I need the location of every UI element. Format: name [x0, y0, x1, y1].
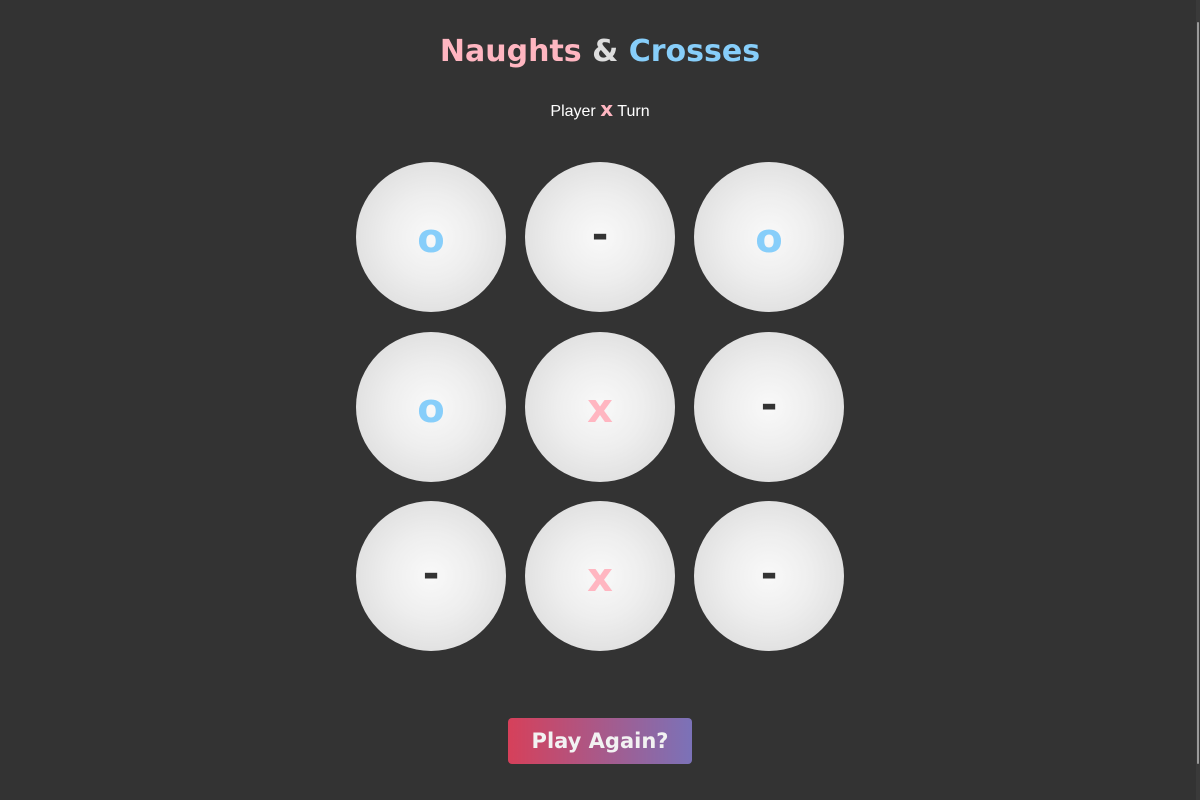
board-cell[interactable]: o	[356, 162, 506, 312]
title-ampersand: &	[592, 34, 619, 69]
board-cell[interactable]: x	[525, 331, 675, 482]
page-title: Naughts & Crosses	[0, 32, 1200, 72]
turn-status: Player x Turn	[0, 97, 1200, 124]
current-player-mark: x	[600, 97, 614, 121]
title-crosses: Crosses	[628, 34, 761, 69]
board-cell[interactable]: o	[356, 331, 506, 482]
game-page: Naughts & Crosses Player x Turn o - o o …	[0, 0, 1200, 800]
cell-mark: o	[755, 216, 783, 262]
cell-mark: -	[422, 551, 440, 597]
board-cell[interactable]: -	[525, 162, 675, 312]
play-again-button[interactable]: Play Again?	[508, 718, 692, 764]
title-naughts: Naughts	[439, 34, 582, 69]
cell-mark: o	[417, 216, 445, 262]
cell-mark: x	[587, 385, 613, 432]
board-cell[interactable]: -	[694, 501, 844, 651]
game-board: o - o o x - - x -	[356, 162, 844, 651]
cell-mark: o	[417, 385, 445, 432]
board-cell[interactable]: -	[356, 501, 506, 651]
board-cell[interactable]: -	[694, 331, 844, 482]
scrollbar-thumb[interactable]	[1197, 22, 1199, 764]
cell-mark: -	[591, 212, 609, 258]
board-cell[interactable]: o	[694, 162, 844, 312]
cell-mark: x	[587, 555, 613, 601]
board-cell[interactable]: x	[525, 501, 675, 651]
cell-mark: -	[760, 551, 778, 597]
scrollbar[interactable]	[1196, 0, 1200, 800]
cell-mark: -	[760, 381, 778, 428]
turn-status-prefix: Player	[550, 103, 596, 120]
turn-status-suffix: Turn	[617, 103, 650, 120]
